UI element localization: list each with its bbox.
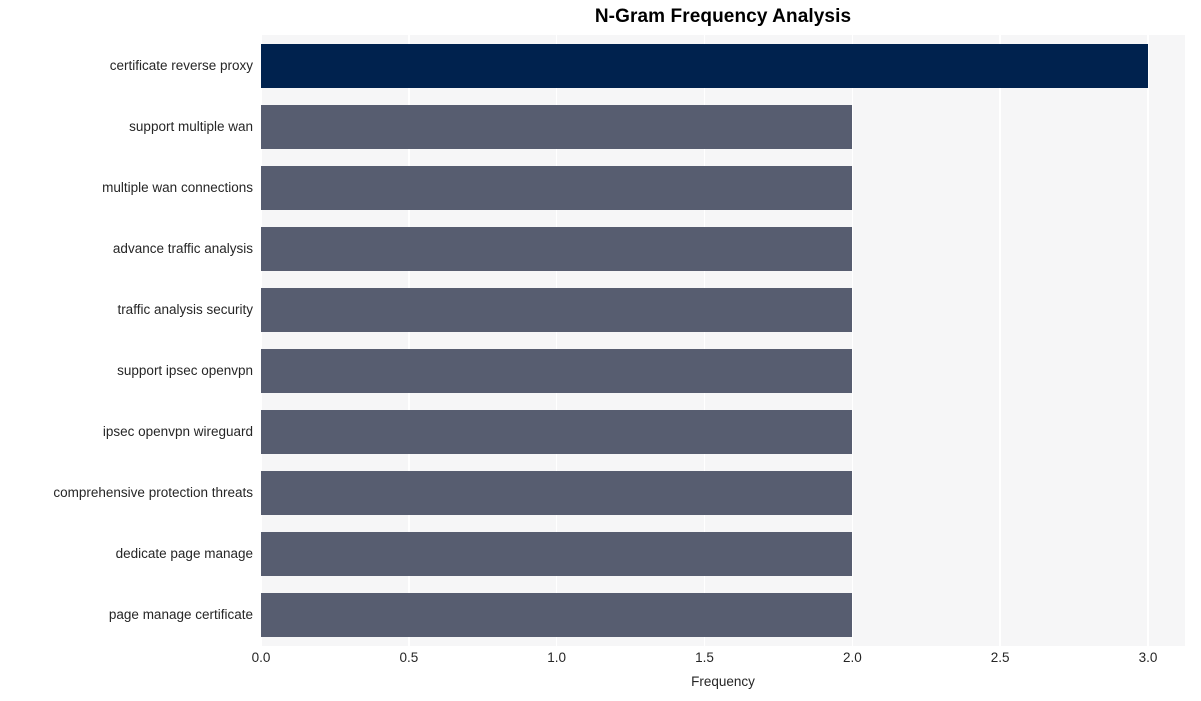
bar	[261, 410, 853, 455]
y-axis-tick-label: support ipsec openvpn	[117, 363, 253, 379]
x-axis-tick-label: 0.5	[399, 650, 419, 665]
x-axis-tick-label: 3.0	[1138, 650, 1158, 665]
bar	[261, 471, 853, 516]
bar	[261, 287, 853, 332]
plot-area	[260, 35, 1185, 646]
bar	[261, 532, 853, 577]
x-axis-tick-label: 1.0	[547, 650, 567, 665]
x-axis-tick-label: 2.0	[842, 650, 862, 665]
bar	[261, 226, 853, 271]
bar	[261, 593, 853, 638]
x-axis-tick-labels: 0.0 0.5 1.0 1.5 2.0 2.5 3.0	[0, 650, 1201, 670]
y-axis-tick-label: multiple wan connections	[102, 179, 253, 195]
chart-figure: N-Gram Frequency Analysis certificate re…	[0, 0, 1201, 701]
y-axis-tick-label: certificate reverse proxy	[109, 57, 253, 73]
y-axis-tick-label: advance traffic analysis	[112, 240, 253, 256]
y-axis-tick-label: support multiple wan	[129, 118, 253, 134]
bar	[261, 43, 1149, 88]
x-axis-tick-label: 0.0	[251, 650, 271, 665]
x-axis-tick-label: 1.5	[695, 650, 714, 665]
bar-series	[261, 35, 1185, 646]
chart-title: N-Gram Frequency Analysis	[594, 6, 852, 27]
y-axis-tick-label: dedicate page manage	[115, 546, 253, 562]
x-axis-tick-label: 2.5	[990, 650, 1010, 665]
bar	[261, 104, 853, 149]
bar	[261, 165, 853, 210]
y-axis-tick-label: traffic analysis security	[117, 301, 253, 317]
bar	[261, 349, 853, 394]
y-axis-tick-labels: certificate reverse proxy support multipl…	[0, 35, 253, 646]
x-axis-title: Frequency	[691, 674, 755, 689]
y-axis-tick-label: comprehensive protection threats	[53, 485, 253, 501]
y-axis-tick-label: ipsec openvpn wireguard	[102, 424, 253, 440]
y-axis-tick-label: page manage certificate	[108, 607, 253, 623]
